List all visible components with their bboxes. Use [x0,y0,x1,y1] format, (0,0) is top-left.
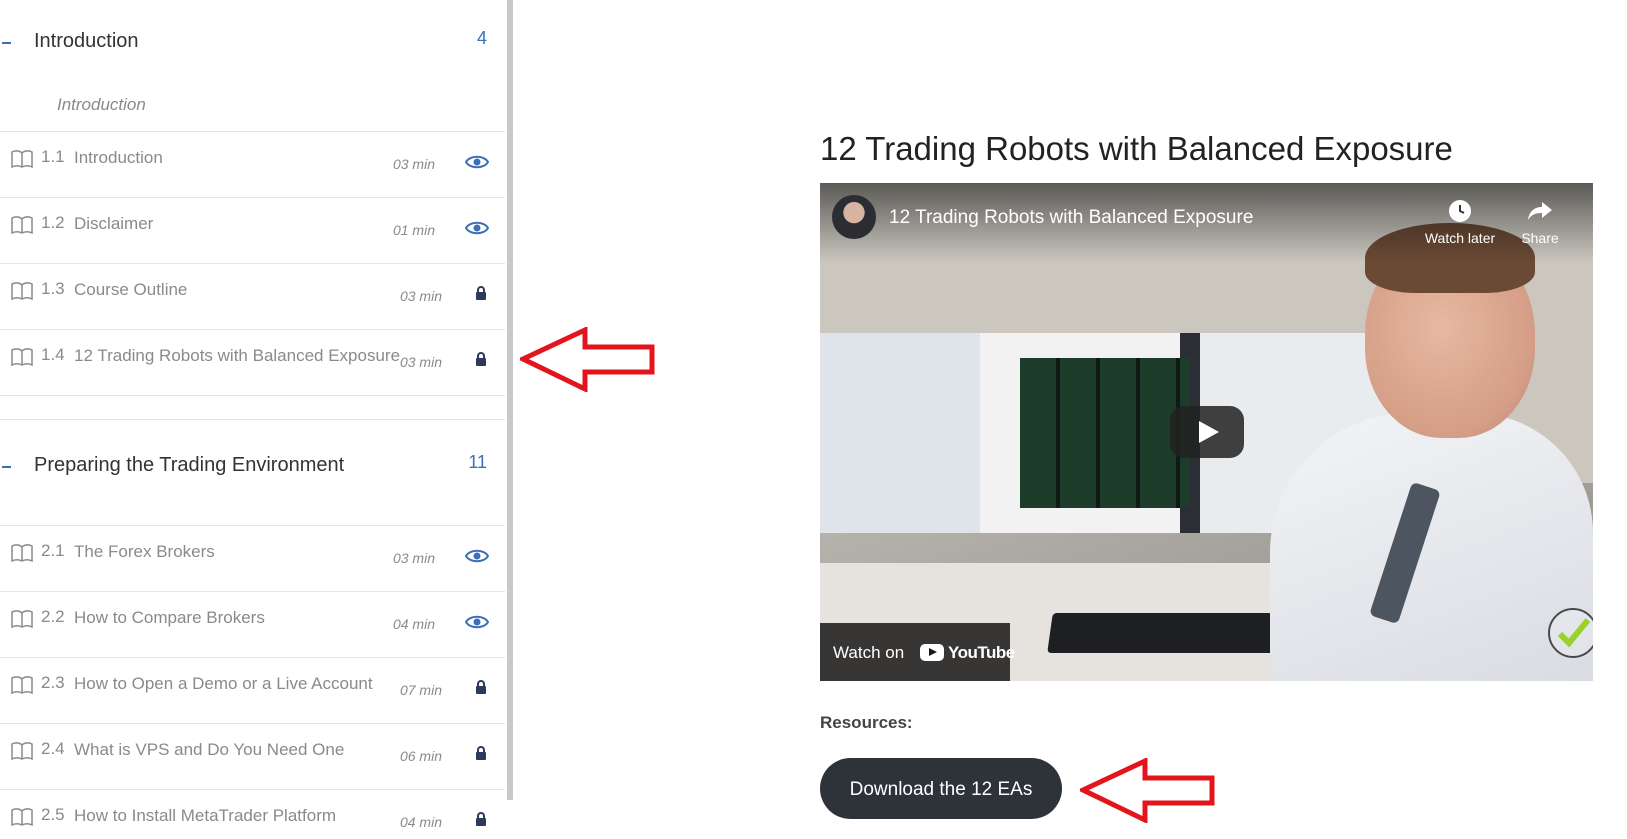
watch-on-youtube-button[interactable]: Watch on YouTube [820,623,1015,681]
lesson-duration: 01 min [392,222,435,238]
lesson-duration: 03 min [392,550,435,566]
lesson-title: How to Compare Brokers [74,608,265,627]
annotation-arrow-icon [1080,758,1215,823]
lesson-duration: 03 min [392,156,435,172]
divider [0,419,505,420]
book-icon [11,808,33,826]
section-header-introduction[interactable]: Introduction 4 [0,22,505,62]
lesson-item-1-4[interactable]: 1.4 12 Trading Robots with Balanced Expo… [0,329,505,395]
collapse-icon[interactable] [2,42,11,44]
preview-eye-icon[interactable] [465,614,489,630]
book-icon [11,676,33,694]
lesson-duration: 03 min [399,288,442,304]
book-icon [11,216,33,234]
lock-icon [476,352,486,366]
clock-icon [1449,200,1471,222]
lesson-title: How to Install MetaTrader Platform [74,806,337,825]
lesson-number: 1.3 [41,279,65,298]
lesson-duration: 04 min [399,814,442,830]
watch-on-label: Watch on [833,643,905,662]
youtube-video-player[interactable]: 12 Trading Robots with Balanced Exposure… [820,183,1593,681]
book-icon [11,610,33,628]
book-icon [11,348,33,366]
lesson-item-1-1[interactable]: 1.1 Introduction 03 min [0,131,505,197]
section-title: Preparing the Trading Environment [34,454,345,476]
preview-eye-icon[interactable] [465,154,489,170]
lesson-number: 1.4 [41,345,65,364]
section-lesson-count: 11 [468,452,487,472]
lesson-item-2-2[interactable]: 2.2 How to Compare Brokers 04 min [0,591,505,657]
divider [0,395,505,396]
video-title[interactable]: 12 Trading Robots with Balanced Exposure [889,207,1253,229]
play-button[interactable] [1170,406,1244,458]
lesson-duration: 04 min [392,616,435,632]
lesson-duration: 03 min [399,354,442,370]
share-arrow-icon [1528,202,1552,220]
lesson-item-2-5[interactable]: 2.5 How to Install MetaTrader Platform 0… [0,789,505,839]
lock-icon [476,746,486,760]
collapse-icon[interactable] [2,466,11,468]
lock-icon [476,286,486,300]
lesson-number: 2.4 [41,739,65,758]
book-icon [11,742,33,760]
preview-eye-icon[interactable] [465,548,489,564]
section-header-preparing[interactable]: Preparing the Trading Environment 11 [0,446,505,486]
checkmark-logo-icon [1548,608,1593,658]
watch-later-button[interactable]: Watch later [1415,199,1505,246]
download-eas-button[interactable]: Download the 12 EAs [820,758,1062,819]
lesson-number: 2.2 [41,607,65,626]
preview-eye-icon[interactable] [465,220,489,236]
sidebar-scrollbar[interactable] [507,0,513,800]
book-icon [11,544,33,562]
lesson-number: 1.1 [41,147,65,166]
section-subtitle: Introduction [57,95,146,114]
lesson-number: 1.2 [41,213,65,232]
lesson-title: How to Open a Demo or a Live Account [74,674,373,693]
page-title: 12 Trading Robots with Balanced Exposure [820,130,1453,168]
lesson-title: What is VPS and Do You Need One [74,740,345,759]
lesson-title: The Forex Brokers [74,542,215,561]
share-button[interactable]: Share [1505,199,1575,246]
lock-icon [476,680,486,694]
lesson-number: 2.1 [41,541,65,560]
lesson-duration: 07 min [399,682,442,698]
lesson-duration: 06 min [399,748,442,764]
lesson-title: Disclaimer [74,214,154,233]
youtube-wordmark: YouTube [948,643,1015,662]
section-title: Introduction [34,30,139,52]
lock-icon [476,812,486,826]
book-icon [11,282,33,300]
resources-label: Resources: [820,713,913,732]
share-label: Share [1521,230,1559,246]
youtube-logo-icon [920,644,944,661]
annotation-arrow-icon [520,327,655,392]
watch-later-label: Watch later [1424,230,1496,246]
lesson-item-2-1[interactable]: 2.1 The Forex Brokers 03 min [0,525,505,591]
lesson-item-1-2[interactable]: 1.2 Disclaimer 01 min [0,197,505,263]
channel-avatar[interactable] [832,195,876,239]
lesson-item-1-3[interactable]: 1.3 Course Outline 03 min [0,263,505,329]
book-icon [11,150,33,168]
lesson-number: 2.3 [41,673,65,692]
lesson-title: 12 Trading Robots with Balanced Exposure [74,346,401,365]
lesson-number: 2.5 [41,805,65,824]
lesson-title: Course Outline [74,280,188,299]
lesson-title: Introduction [74,148,163,167]
course-curriculum-sidebar: Introduction 4 Introduction 1.1 Introduc… [0,0,510,839]
lesson-item-2-4[interactable]: 2.4 What is VPS and Do You Need One 06 m… [0,723,505,789]
section-lesson-count: 4 [476,28,487,48]
lesson-item-2-3[interactable]: 2.3 How to Open a Demo or a Live Account… [0,657,505,723]
